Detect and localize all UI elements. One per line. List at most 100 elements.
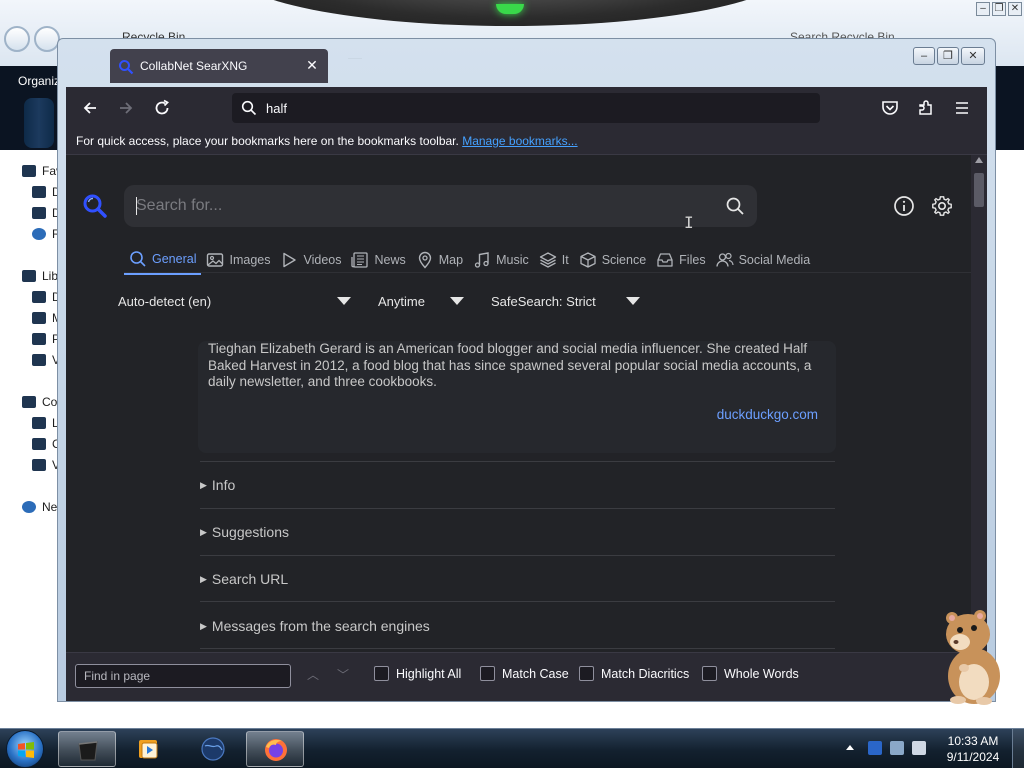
maximize-button[interactable]: ❐ <box>937 47 959 65</box>
reload-icon[interactable] <box>152 98 172 118</box>
tab-social-media[interactable]: Social Media <box>711 245 816 275</box>
tab-videos[interactable]: Videos <box>275 245 346 275</box>
nav-item[interactable]: P <box>32 332 60 346</box>
time-range-select[interactable]: Anytime <box>378 289 478 313</box>
system-tray: 10:33 AM 9/11/2024 <box>840 729 1024 768</box>
tray-app-icon[interactable] <box>868 741 882 755</box>
scrollbar-thumb[interactable] <box>974 173 984 207</box>
downloads-icon <box>32 207 46 219</box>
minimize-icon[interactable]: – <box>976 2 990 16</box>
tab-it[interactable]: It <box>534 245 574 275</box>
language-select[interactable]: Auto-detect (en) <box>118 289 358 313</box>
nav-item-libraries[interactable]: Lib <box>22 269 58 283</box>
show-hidden-icons-button[interactable] <box>846 745 854 750</box>
taskbar: 10:33 AM 9/11/2024 <box>0 728 1024 768</box>
match-case-checkbox[interactable]: Match Case <box>480 666 569 681</box>
extensions-icon[interactable] <box>916 98 936 118</box>
tab-close-icon[interactable]: ✕ <box>304 57 320 73</box>
back-icon[interactable] <box>80 98 100 118</box>
music-icon <box>32 312 46 324</box>
text-caret <box>136 197 137 215</box>
details-divider <box>200 648 835 649</box>
whole-words-checkbox[interactable]: Whole Words <box>702 666 799 681</box>
details-search-url[interactable]: ▶ Search URL <box>200 571 288 587</box>
new-tab-button[interactable]: — <box>348 49 366 73</box>
tab-news[interactable]: News <box>346 245 410 275</box>
desktop-icon <box>32 186 46 198</box>
details-info[interactable]: ▶ Info <box>200 477 235 493</box>
explorer-window-controls[interactable]: – ❐ ✕ <box>976 2 1022 16</box>
tab-images[interactable]: Images <box>201 245 275 275</box>
clock-date: 9/11/2024 <box>946 750 1000 764</box>
gear-icon[interactable] <box>931 195 953 217</box>
infobox-text: Tieghan Elizabeth Gerard is an American … <box>208 341 812 389</box>
safesearch-select[interactable]: SafeSearch: Strict <box>491 289 651 313</box>
minimize-button[interactable]: – <box>913 47 935 65</box>
clock[interactable]: 10:33 AM 9/11/2024 <box>940 733 1006 765</box>
info-icon[interactable] <box>893 195 915 217</box>
show-desktop-button[interactable] <box>1012 729 1024 768</box>
find-next-button[interactable]: ﹀ <box>334 666 352 684</box>
find-previous-button[interactable]: ︿ <box>304 666 322 684</box>
taskbar-globe-app[interactable] <box>184 731 242 767</box>
chevron-down-icon <box>626 297 640 305</box>
start-button[interactable] <box>6 730 44 768</box>
tab-science[interactable]: Science <box>574 245 651 275</box>
search-submit-icon[interactable] <box>725 196 745 216</box>
details-engine-messages[interactable]: ▶ Messages from the search engines <box>200 618 430 634</box>
details-divider <box>200 601 835 602</box>
tray-network-icon[interactable] <box>890 741 904 755</box>
taskbar-firefox[interactable] <box>246 731 304 767</box>
search-icon <box>130 251 146 267</box>
close-icon[interactable]: ✕ <box>1008 2 1022 16</box>
cube-icon <box>580 252 596 268</box>
url-text: half <box>266 101 287 116</box>
nav-item[interactable]: V <box>32 458 60 472</box>
url-bar[interactable]: half <box>232 93 820 123</box>
search-input[interactable]: Search for... <box>124 185 757 227</box>
tab-music[interactable]: Music <box>468 245 534 275</box>
tab-general[interactable]: General <box>124 245 202 275</box>
details-suggestions[interactable]: ▶ Suggestions <box>200 524 289 540</box>
browser-chrome: half For quick access, place your bookma… <box>66 87 987 701</box>
explorer-nav-buttons[interactable] <box>4 26 60 52</box>
searxng-logo-icon[interactable] <box>82 193 108 219</box>
tray-volume-icon[interactable] <box>912 741 926 755</box>
nav-item-favorites[interactable]: Fav <box>22 164 62 178</box>
star-icon <box>22 165 36 177</box>
drive-icon <box>32 417 46 429</box>
triangle-right-icon: ▶ <box>200 574 207 584</box>
match-diacritics-checkbox[interactable]: Match Diacritics <box>579 666 689 681</box>
menu-icon[interactable] <box>952 98 972 118</box>
infobox-source-link[interactable]: duckduckgo.com <box>717 407 818 422</box>
browser-tab[interactable]: CollabNet SearXNG ✕ <box>110 49 328 83</box>
manage-bookmarks-link[interactable]: Manage bookmarks... <box>462 134 577 148</box>
newspaper-icon <box>351 252 369 268</box>
gadget-led <box>496 4 524 14</box>
tab-map[interactable]: Map <box>411 245 468 275</box>
nav-item[interactable]: V <box>32 353 60 367</box>
category-tabs: General Images Videos News Map Music It … <box>124 245 815 275</box>
explorer-back-button[interactable] <box>4 26 30 52</box>
close-window-button[interactable]: ✕ <box>961 47 985 65</box>
find-in-page-input[interactable]: Find in page <box>75 664 291 688</box>
taskbar-media-player[interactable] <box>120 731 178 767</box>
scroll-up-icon[interactable] <box>975 157 983 163</box>
music-note-icon <box>474 252 489 268</box>
globe-icon <box>201 737 225 761</box>
details-divider <box>200 508 835 509</box>
page-scrollbar[interactable] <box>971 155 987 652</box>
nav-item-network[interactable]: Ne <box>22 500 57 514</box>
nav-item-computer[interactable]: Co <box>22 395 57 409</box>
maximize-icon[interactable]: ❐ <box>992 2 1006 16</box>
organize-button[interactable]: Organiz <box>18 74 60 88</box>
highlight-all-checkbox[interactable]: Highlight All <box>374 666 461 681</box>
taskbar-explorer[interactable] <box>58 731 116 767</box>
forward-icon[interactable] <box>116 98 136 118</box>
chevron-down-icon <box>337 297 351 305</box>
tab-files[interactable]: Files <box>651 245 710 275</box>
inbox-icon <box>657 253 673 267</box>
pocket-icon[interactable] <box>880 98 900 118</box>
mouse-ibeam-cursor: I <box>684 213 694 232</box>
nav-item[interactable]: L <box>32 416 59 430</box>
